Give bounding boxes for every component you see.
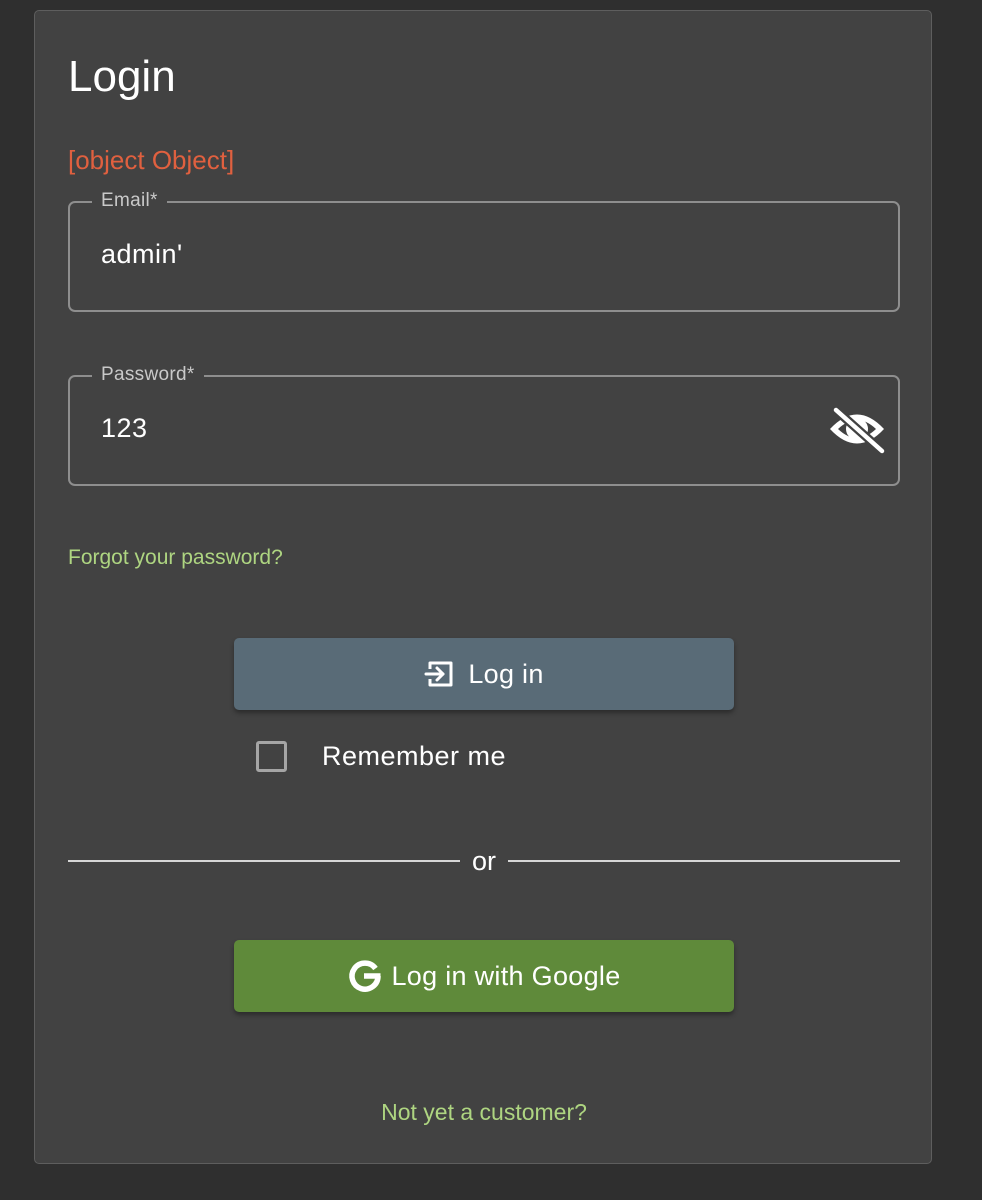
google-login-button[interactable]: Log in with Google	[234, 940, 734, 1012]
remember-me-label: Remember me	[322, 741, 507, 771]
divider-line-left	[68, 860, 460, 862]
divider-line-right	[508, 860, 901, 862]
google-icon	[347, 958, 383, 994]
login-card: Login [object Object] Email* admin' Pass…	[34, 10, 932, 1164]
remember-me[interactable]: Remember me	[256, 741, 506, 772]
login-button-label: Log in	[468, 658, 544, 689]
signup-link[interactable]: Not yet a customer?	[35, 1098, 933, 1126]
email-field-label: Email*	[92, 189, 167, 213]
remember-me-checkbox[interactable]	[256, 741, 287, 772]
email-input[interactable]: admin'	[101, 237, 183, 271]
divider-text: or	[472, 846, 497, 876]
login-button[interactable]: Log in	[234, 638, 734, 710]
login-icon	[424, 660, 454, 688]
page-title: Login	[68, 52, 176, 101]
password-field-label: Password*	[92, 363, 204, 387]
password-input[interactable]: 123	[101, 411, 148, 445]
eye-off-icon	[827, 404, 887, 459]
password-visibility-toggle[interactable]	[826, 405, 888, 457]
error-message: [object Object]	[68, 145, 235, 175]
forgot-password-link[interactable]: Forgot your password?	[68, 544, 283, 572]
password-field[interactable]: Password* 123	[68, 363, 900, 486]
google-login-button-label: Log in with Google	[391, 960, 621, 991]
or-divider: or	[68, 844, 901, 878]
email-field[interactable]: Email* admin'	[68, 189, 900, 312]
